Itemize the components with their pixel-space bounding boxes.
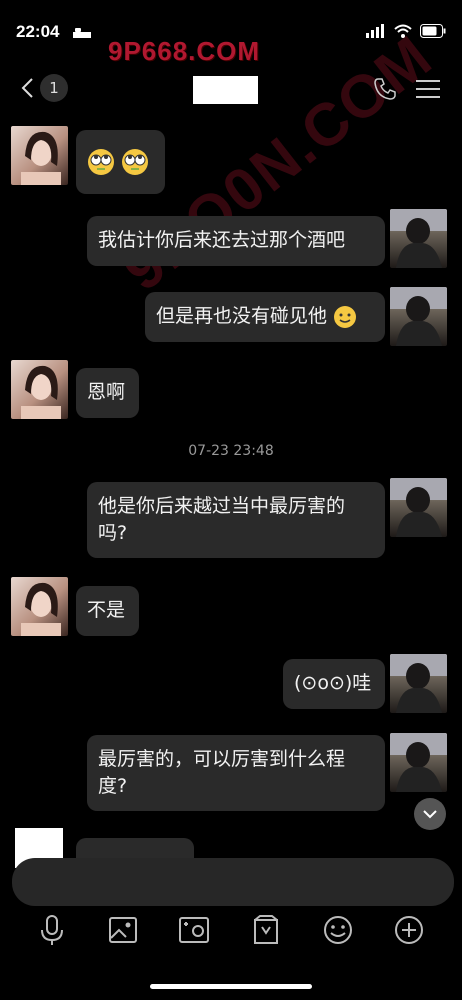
rolling-eyes-emoji-icon [88, 149, 114, 175]
message-timestamp: 07-23 23:48 [188, 443, 274, 459]
message-bubble-right[interactable]: 他是你后来越过当中最厉害的吗? [87, 482, 385, 558]
message-bubble-left-partial[interactable] [76, 838, 194, 858]
image-button[interactable] [105, 912, 141, 948]
message-bubble-right[interactable]: (⊙o⊙)哇 [283, 659, 385, 709]
battery-icon [420, 24, 446, 38]
file-button[interactable] [248, 912, 284, 948]
watermark-top: 9P668.COM [108, 36, 261, 66]
message-bubble-right[interactable]: 我估计你后来还去过那个酒吧 [87, 216, 385, 266]
unread-badge: 1 [40, 74, 68, 102]
more-button[interactable] [391, 912, 427, 948]
message-bubble-left[interactable] [76, 130, 165, 194]
smile-emoji-icon [334, 305, 357, 328]
phone-icon[interactable] [372, 76, 398, 102]
message-bubble-right[interactable]: 但是再也没有碰见他 [145, 292, 385, 342]
emoji-icon [324, 916, 352, 944]
camera-button[interactable] [176, 912, 212, 948]
input-toolbar [0, 910, 462, 952]
chevron-left-icon [21, 78, 33, 98]
camera-icon [179, 917, 209, 943]
message-bubble-right[interactable]: 最厉害的，可以厉害到什么程度? [87, 735, 385, 811]
plus-icon [395, 916, 423, 944]
message-bubble-left[interactable]: 不是 [76, 586, 139, 636]
chevron-down-icon [423, 810, 437, 819]
message-input[interactable] [12, 858, 454, 906]
image-icon [109, 917, 137, 943]
my-avatar[interactable] [390, 478, 447, 537]
my-avatar[interactable] [390, 654, 447, 713]
back-button[interactable]: 1 [20, 74, 68, 102]
emoji-button[interactable] [320, 912, 356, 948]
microphone-icon [41, 915, 63, 945]
bed-icon [73, 28, 91, 38]
chat-title [193, 76, 258, 104]
contact-avatar[interactable] [11, 577, 68, 636]
rolling-eyes-emoji-icon [122, 149, 149, 175]
contact-avatar[interactable] [11, 126, 68, 185]
home-indicator [150, 984, 312, 989]
menu-icon[interactable] [416, 78, 440, 100]
microphone-button[interactable] [34, 912, 70, 948]
my-avatar[interactable] [390, 733, 447, 792]
nav-bar: 1 [0, 64, 462, 116]
contact-avatar[interactable] [11, 360, 68, 419]
my-avatar[interactable] [390, 287, 447, 346]
file-icon [254, 915, 278, 944]
message-bubble-left[interactable]: 恩啊 [76, 368, 139, 418]
status-time: 22:04 [16, 22, 60, 41]
my-avatar[interactable] [390, 209, 447, 268]
scroll-down-button[interactable] [414, 798, 446, 830]
